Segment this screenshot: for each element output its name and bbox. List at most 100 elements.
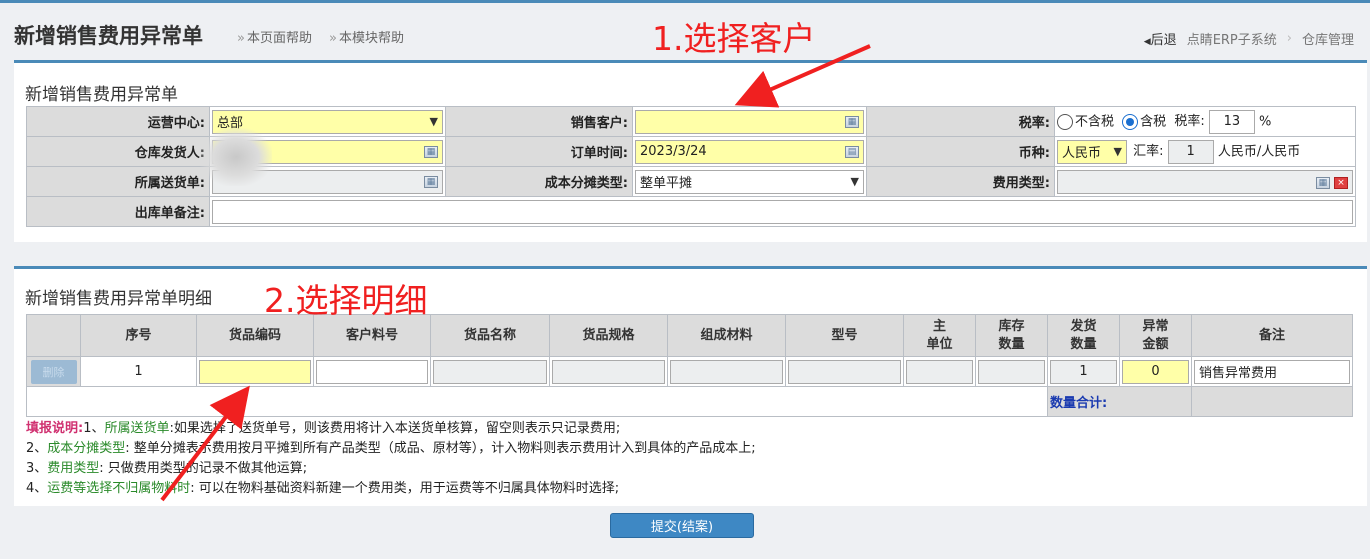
currency-select[interactable]: 人民币 ▼: [1057, 139, 1127, 164]
total-row: 数量合计:: [26, 386, 1353, 417]
stock-field: [978, 359, 1045, 384]
remark-input[interactable]: [212, 199, 1353, 224]
tax-label: 税率:: [866, 106, 1055, 137]
note-1-prefix: 1、: [83, 421, 105, 436]
chevron-right-icon: ›: [1286, 31, 1292, 46]
help-module-link[interactable]: » 本模块帮助: [329, 27, 404, 46]
order-time-label: 订单时间:: [445, 136, 633, 167]
cost-type-select[interactable]: 整单平摊 ▼: [635, 169, 864, 194]
annotation-select-customer: 1.选择客户: [652, 19, 816, 58]
col-remark: 备注: [1191, 314, 1353, 357]
note-4-prefix: 4、: [26, 481, 48, 496]
detail-panel: 新增销售费用异常单明细 序号 货品编码 客户料号 货品名称 货品规格 组成材料 …: [14, 266, 1367, 506]
col-amount: 异常 金额: [1119, 314, 1192, 357]
back-label: 后退: [1150, 33, 1177, 48]
note-1-key: 所属送货单: [104, 421, 170, 436]
picker-icon[interactable]: ▦: [1315, 177, 1330, 189]
caret-left-icon: ◀: [1143, 37, 1151, 47]
submit-button[interactable]: 提交(结案): [610, 513, 754, 538]
detail-table: 序号 货品编码 客户料号 货品名称 货品规格 组成材料 型号 主 单位 库存 数…: [26, 314, 1353, 417]
double-chevron-icon: »: [329, 31, 337, 46]
col-seq: 序号: [80, 314, 197, 357]
note-4-key: 运费等选择不归属物料时: [47, 481, 191, 496]
note-line-1: 填报说明:1、所属送货单:如果选择了送货单号，则该费用将计入本送货单核算，留空则…: [26, 419, 756, 439]
rate-input[interactable]: 1: [1167, 139, 1214, 164]
chevron-down-icon: ▼: [1113, 145, 1122, 158]
col-unit: 主 单位: [903, 314, 976, 357]
note-3-text: : 只做费用类型的记录不做其他运算;: [99, 461, 308, 476]
fill-instructions: 填报说明:1、所属送货单:如果选择了送货单号，则该费用将计入本送货单核算，留空则…: [26, 419, 756, 499]
product-code-input[interactable]: [199, 359, 311, 384]
picker-icon[interactable]: ▦: [424, 145, 438, 158]
fee-type-input[interactable]: ▦ ×: [1057, 169, 1353, 194]
row-remark-input[interactable]: 销售异常费用: [1194, 359, 1350, 384]
help-page-link[interactable]: » 本页面帮助: [237, 27, 312, 46]
cost-type-label: 成本分摊类型:: [445, 166, 633, 197]
double-chevron-icon: »: [237, 31, 245, 46]
total-qty-label: 数量合计:: [1047, 386, 1192, 417]
rate-unit: 人民币/人民币: [1217, 144, 1301, 159]
unit-field: [906, 359, 973, 384]
shipper-label: 仓库发货人:: [26, 136, 210, 167]
ship-qty-field: 1: [1050, 359, 1117, 384]
col-name: 货品名称: [430, 314, 550, 357]
picker-icon[interactable]: ▦: [424, 175, 438, 188]
picker-icon[interactable]: ▦: [845, 115, 859, 128]
customer-input[interactable]: ▦: [635, 109, 864, 134]
table-row: 删除 1 1 0 销售异常费用: [26, 356, 1353, 387]
remark-label: 出库单备注:: [26, 196, 210, 227]
chevron-down-icon: ▼: [429, 115, 438, 128]
help-module-label: 本模块帮助: [338, 31, 404, 46]
delivery-label: 所属送货单:: [26, 166, 210, 197]
note-line-2: 2、成本分摊类型: 整单分摊表示费用按月平摊到所有产品类型（成品、原材等），计入…: [26, 439, 756, 459]
cost-type-value: 整单平摊: [640, 176, 693, 191]
note-1-text: :如果选择了送货单号，则该费用将计入本送货单核算，留空则表示只记录费用;: [169, 421, 621, 436]
ops-center-label: 运营中心:: [26, 106, 210, 137]
note-3-key: 费用类型: [47, 461, 100, 476]
col-stock: 库存 数量: [975, 314, 1048, 357]
detail-header-row: 序号 货品编码 客户料号 货品名称 货品规格 组成材料 型号 主 单位 库存 数…: [26, 314, 1353, 357]
clear-icon[interactable]: ×: [1334, 177, 1348, 189]
tax-rate-label: 税率:: [1174, 114, 1205, 129]
product-name-field: [433, 359, 547, 384]
tax-exclusive-label: 不含税: [1075, 114, 1115, 129]
fee-type-label: 费用类型:: [866, 166, 1055, 197]
note-line-3: 3、费用类型: 只做费用类型的记录不做其他运算;: [26, 459, 756, 479]
note-3-prefix: 3、: [26, 461, 48, 476]
product-spec-field: [552, 359, 665, 384]
note-2-text: : 整单分摊表示费用按月平摊到所有产品类型（成品、原材等），计入物料则表示费用计…: [125, 441, 756, 456]
col-spec: 货品规格: [549, 314, 668, 357]
rate-label: 汇率:: [1133, 144, 1164, 159]
row-seq: 1: [80, 356, 197, 387]
breadcrumb: ◀后退 点睛ERP子系统 › 仓库管理: [1144, 29, 1354, 48]
help-page-label: 本页面帮助: [246, 31, 312, 46]
material-field: [670, 359, 783, 384]
amount-input[interactable]: 0: [1122, 359, 1189, 384]
customer-part-input[interactable]: [316, 359, 428, 384]
order-time-value: 2023/3/24: [640, 144, 707, 159]
note-2-key: 成本分摊类型: [47, 441, 126, 456]
calendar-icon[interactable]: ▤: [845, 145, 859, 158]
detail-panel-title: 新增销售费用异常单明细: [25, 289, 212, 309]
back-link[interactable]: ◀后退: [1144, 29, 1177, 48]
tax-exclusive-radio[interactable]: [1057, 113, 1073, 130]
breadcrumb-erp[interactable]: 点睛ERP子系统: [1187, 29, 1277, 48]
col-action: [26, 314, 81, 357]
customer-label: 销售客户:: [445, 106, 633, 137]
model-field: [788, 359, 901, 384]
col-material: 组成材料: [667, 314, 786, 357]
currency-label: 币种:: [866, 136, 1055, 167]
form-panel-title: 新增销售费用异常单: [25, 85, 178, 105]
page-title: 新增销售费用异常单: [14, 24, 203, 48]
percent-sign: %: [1258, 114, 1272, 129]
annotation-select-detail: 2.选择明细: [264, 281, 428, 320]
tax-rate-input[interactable]: 13: [1208, 109, 1255, 134]
currency-value: 人民币: [1062, 146, 1102, 161]
col-ship-qty: 发货 数量: [1047, 314, 1120, 357]
order-time-input[interactable]: 2023/3/24 ▤: [635, 139, 864, 164]
redacted-area: [200, 128, 272, 186]
tax-inclusive-label: 含税: [1140, 114, 1167, 129]
note-line-4: 4、运费等选择不归属物料时: 可以在物料基础资料新建一个费用类，用于运费等不归属…: [26, 479, 756, 499]
tax-inclusive-radio[interactable]: [1122, 113, 1139, 130]
delete-row-button[interactable]: 删除: [30, 359, 77, 384]
